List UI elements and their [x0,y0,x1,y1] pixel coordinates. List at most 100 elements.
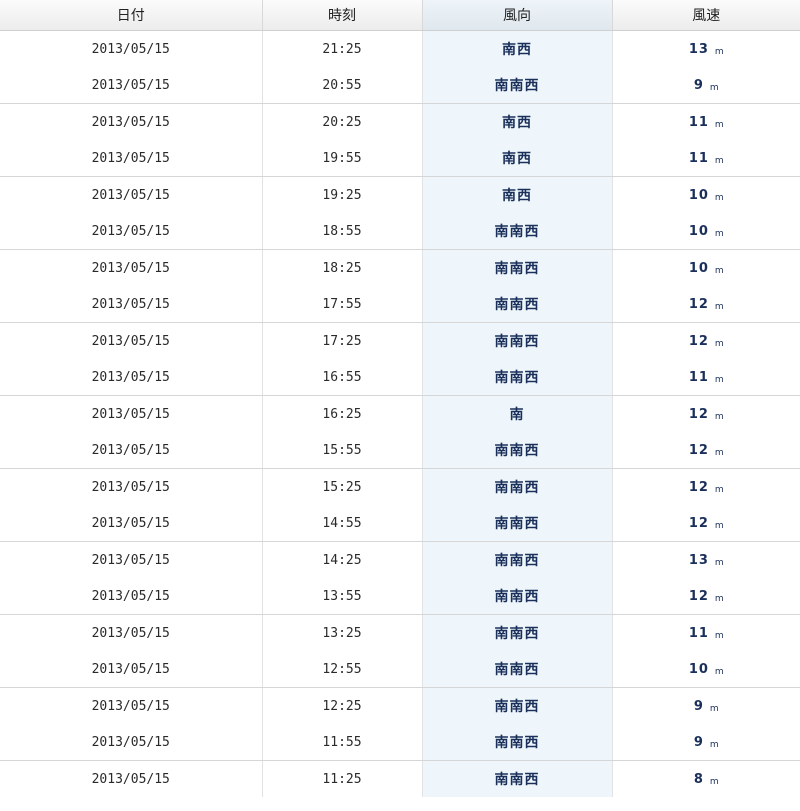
wind-speed-unit: m [714,192,724,203]
date-cell: 2013/05/15 [0,103,263,140]
wind-speed-value: 9 [693,77,704,93]
wind-direction-cell: 南南西 [422,286,613,323]
wind-direction-cell: 南南西 [422,249,613,286]
wind-direction-cell: 南南西 [422,724,613,761]
wind-speed-unit: m [714,630,724,641]
wind-direction-cell: 南西 [422,140,613,177]
time-cell: 19:25 [262,176,423,213]
time-cell: 14:55 [262,505,423,542]
wind-speed-value: 11 [688,150,709,166]
wind-speed-cell: 10 m [612,651,800,688]
time-cell: 19:55 [262,140,423,177]
date-cell: 2013/05/15 [0,687,263,724]
column-header-time[interactable]: 時刻 [262,0,423,31]
time-cell: 12:25 [262,687,423,724]
wind-speed-cell: 8m [612,761,800,798]
wind-speed-cell: 9m [612,724,800,761]
wind-direction-cell: 南南西 [422,614,613,651]
wind-speed-unit: m [709,739,719,750]
table-row: 2013/05/15 13:25 南南西 11 m [0,614,800,652]
wind-speed-cell: 11 m [612,615,800,652]
table-row: 2013/05/15 16:55 南南西 11 m [0,359,800,396]
wind-direction-cell: 南南西 [422,578,613,615]
wind-speed-unit: m [714,228,724,239]
wind-direction-cell: 南南西 [422,322,613,359]
date-cell: 2013/05/15 [0,614,263,651]
wind-speed-unit: m [714,593,724,604]
table-row: 2013/05/15 13:55 南南西 12 m [0,578,800,615]
table-row: 2013/05/15 11:55 南南西 9 m [0,724,800,761]
wind-speed-cell: 12 m [612,432,800,469]
wind-speed-unit: m [714,557,724,568]
date-cell: 2013/05/15 [0,140,263,177]
wind-speed-unit: m [709,776,719,787]
wind-speed-value: 10 [688,661,709,677]
wind-speed-cell: 13 m [612,542,800,579]
time-cell: 11:55 [262,724,423,761]
wind-speed-unit: m [714,265,724,276]
table-row: 2013/05/15 21:25 南西 13 m [0,30,800,67]
table-row: 2013/05/15 17:25 南南西 12 m [0,322,800,359]
column-header-direction[interactable]: 風向 [422,0,613,31]
wind-speed-unit: m [714,119,724,130]
date-cell: 2013/05/15 [0,30,263,67]
time-cell: 20:55 [262,67,423,104]
time-cell: 13:55 [262,578,423,615]
wind-speed-value: 13 [688,552,709,568]
wind-speed-cell: 9m [612,688,800,725]
date-cell: 2013/05/15 [0,67,263,104]
wind-direction-cell: 南南西 [422,760,613,797]
wind-speed-cell: 11 m [612,359,800,396]
column-header-date[interactable]: 日付 [0,0,263,31]
column-header-speed[interactable]: 風速 [612,0,800,31]
wind-speed-value: 12 [688,296,709,312]
wind-direction-cell: 南南西 [422,67,613,104]
table-body: 2013/05/15 21:25 南西 13 m 2013/05/15 20:55 南南西 9 m… [0,30,800,798]
time-cell: 21:25 [262,30,423,67]
time-cell: 12:55 [262,651,423,688]
wind-direction-cell: 南南西 [422,541,613,578]
wind-speed-value: 12 [688,406,709,422]
time-cell: 17:25 [262,322,423,359]
date-cell: 2013/05/15 [0,468,263,505]
table-row: 2013/05/15 12:25 南南西 9 m [0,687,800,725]
wind-speed-value: 11 [688,369,709,385]
time-cell: 17:55 [262,286,423,323]
wind-speed-unit: m [714,338,724,349]
wind-speed-unit: m [709,82,719,93]
wind-speed-unit: m [714,46,724,57]
time-cell: 18:55 [262,213,423,250]
wind-direction-cell: 南西 [422,176,613,213]
wind-speed-unit: m [714,666,724,677]
time-cell: 14:25 [262,541,423,578]
date-cell: 2013/05/15 [0,213,263,250]
table-row: 2013/05/15 12:55 南南西 10 m [0,651,800,688]
wind-speed-cell: 12 m [612,469,800,506]
table-row: 2013/05/15 14:55 南南西 12 m [0,505,800,542]
table-row: 2013/05/15 18:25 南南西 10 m [0,249,800,286]
wind-direction-cell: 南西 [422,30,613,67]
table-row: 2013/05/15 16:25 南 12 m [0,395,800,433]
wind-speed-value: 12 [688,515,709,531]
wind-speed-value: 8 [693,771,704,787]
wind-speed-unit: m [714,374,724,385]
wind-direction-cell: 南南西 [422,432,613,469]
wind-direction-cell: 南南西 [422,468,613,505]
wind-speed-value: 11 [688,625,709,641]
time-cell: 15:25 [262,468,423,505]
date-cell: 2013/05/15 [0,395,263,432]
time-cell: 13:25 [262,614,423,651]
wind-direction-cell: 南 [422,395,613,432]
table-row: 2013/05/15 14:25 南南西 13 m [0,541,800,579]
wind-speed-cell: 12 m [612,505,800,542]
wind-speed-unit: m [714,301,724,312]
date-cell: 2013/05/15 [0,359,263,396]
time-cell: 11:25 [262,760,423,797]
table-row: 2013/05/15 15:25 南南西 12 m [0,468,800,506]
wind-speed-cell: 12 m [612,396,800,433]
date-cell: 2013/05/15 [0,651,263,688]
wind-direction-cell: 南南西 [422,213,613,250]
table-row: 2013/05/15 11:25 南南西 8 m [0,760,800,798]
wind-speed-value: 12 [688,442,709,458]
wind-direction-cell: 南南西 [422,505,613,542]
